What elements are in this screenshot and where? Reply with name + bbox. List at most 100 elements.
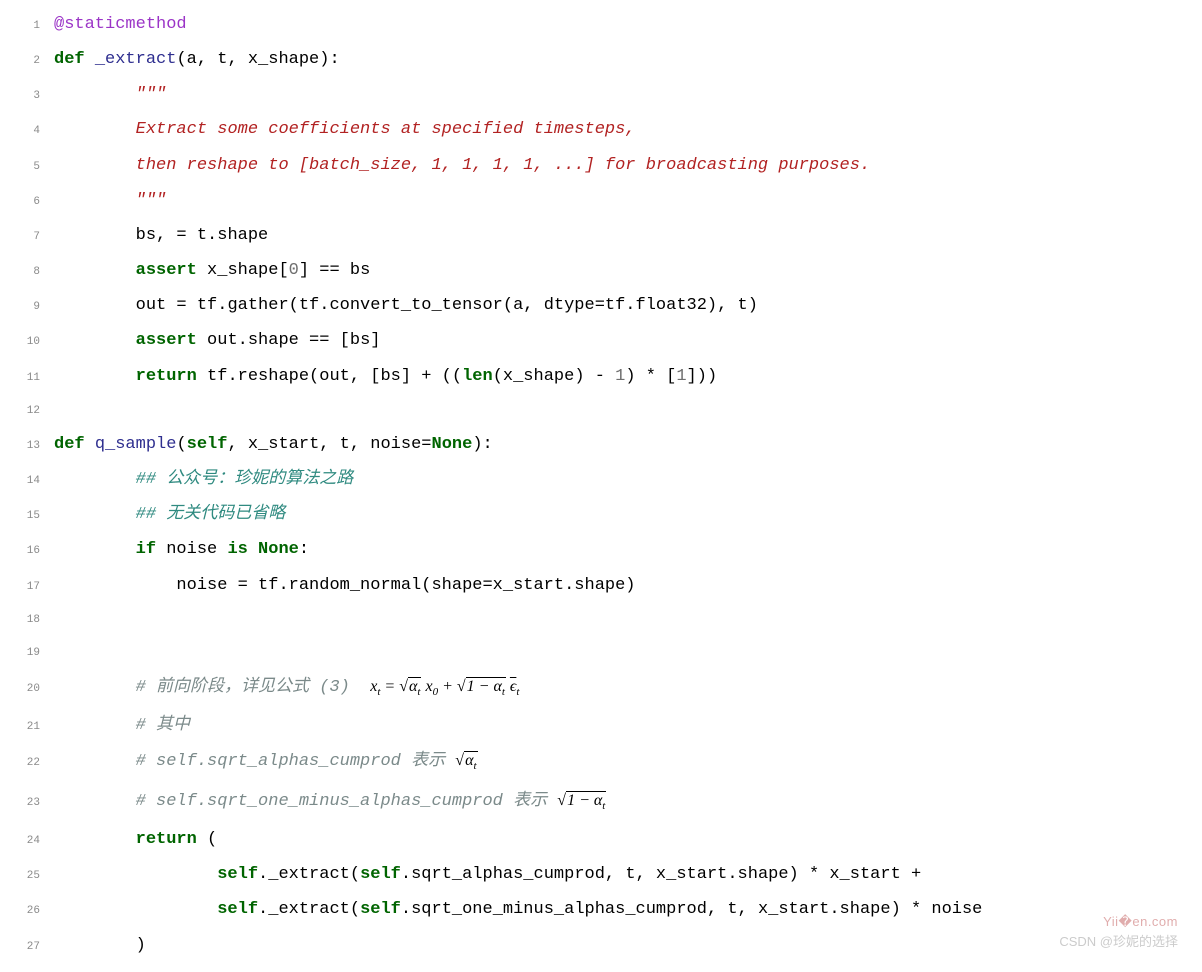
token: .sqrt_alphas_cumprod, t, x_start.shape) …: [401, 865, 921, 884]
line-number: 23: [10, 787, 54, 820]
watermark-csdn: CSDN @珍妮的选择: [1059, 931, 1178, 950]
line-number: 22: [10, 747, 54, 780]
code-line: 21 # 其中: [10, 709, 1192, 744]
token: (a, t, x_shape):: [176, 50, 339, 69]
token: , x_start, t, noise=: [227, 435, 431, 454]
code-content: return tf.reshape(out, [bs] + ((len(x_sh…: [54, 360, 1192, 393]
code-line: 4 Extract some coefficients at specified…: [10, 113, 1192, 148]
token: assert: [136, 261, 197, 280]
code-content: # self.sqrt_alphas_cumprod 表示 √αt: [54, 744, 1192, 783]
token: (: [197, 830, 217, 849]
line-number: 9: [10, 291, 54, 324]
token: :: [299, 540, 309, 559]
token: # self.sqrt_one_minus_alphas_cumprod 表示: [136, 792, 558, 811]
code-content: @staticmethod: [54, 8, 1192, 41]
code-content: # 前向阶段，详见公式 (3) xt = √αt x0 + √1 − αt ϵt: [54, 670, 1192, 709]
code-line: 14 ## 公众号：珍妮的算法之路: [10, 463, 1192, 498]
code-line: 9 out = tf.gather(tf.convert_to_tensor(a…: [10, 289, 1192, 324]
line-number: 1: [10, 10, 54, 43]
token: @staticmethod: [54, 15, 187, 34]
line-number: 12: [10, 395, 54, 428]
token: # 其中: [136, 716, 190, 735]
code-line: 16 if noise is None:: [10, 533, 1192, 568]
code-line: 13def q_sample(self, x_start, t, noise=N…: [10, 428, 1192, 463]
code-content: then reshape to [batch_size, 1, 1, 1, 1,…: [54, 149, 1192, 182]
code-content: ## 公众号：珍妮的算法之路: [54, 463, 1192, 496]
token: tf.reshape(out, [bs] + ((: [197, 367, 462, 386]
token: ) * [: [625, 367, 676, 386]
token: 0: [289, 261, 299, 280]
line-number: 26: [10, 895, 54, 928]
watermark-site: Yii�en.com: [1103, 914, 1178, 930]
code-content: def _extract(a, t, x_shape):: [54, 43, 1192, 76]
code-content: """: [54, 78, 1192, 111]
code-line: 27 ): [10, 929, 1192, 964]
token: ] == bs: [299, 261, 370, 280]
code-line: 3 """: [10, 78, 1192, 113]
token: ])): [687, 367, 718, 386]
code-line: 7 bs, = t.shape: [10, 219, 1192, 254]
code-content: self._extract(self.sqrt_alphas_cumprod, …: [54, 858, 1192, 891]
code-line: 20 # 前向阶段，详见公式 (3) xt = √αt x0 + √1 − αt…: [10, 670, 1192, 709]
token: Extract some coefficients at specified t…: [136, 120, 636, 139]
token: _extract: [95, 50, 177, 69]
code-line: 26 self._extract(self.sqrt_one_minus_alp…: [10, 893, 1192, 928]
code-content: Extract some coefficients at specified t…: [54, 113, 1192, 146]
token: (x_shape) -: [493, 367, 615, 386]
token: ## 公众号：珍妮的算法之路: [136, 470, 354, 489]
code-line: 12: [10, 395, 1192, 428]
token: (: [176, 435, 186, 454]
code-content: out = tf.gather(tf.convert_to_tensor(a, …: [54, 289, 1192, 322]
line-number: 17: [10, 571, 54, 604]
token: ._extract(: [258, 900, 360, 919]
code-content: def q_sample(self, x_start, t, noise=Non…: [54, 428, 1192, 461]
line-number: 2: [10, 45, 54, 78]
code-line: 24 return (: [10, 823, 1192, 858]
token: len: [462, 367, 493, 386]
line-number: 7: [10, 221, 54, 254]
token: """: [136, 191, 167, 210]
code-content: ): [54, 929, 1192, 962]
code-line: 25 self._extract(self.sqrt_alphas_cumpro…: [10, 858, 1192, 893]
line-number: 18: [10, 604, 54, 637]
line-number: 6: [10, 186, 54, 219]
token: self: [217, 865, 258, 884]
token: # self.sqrt_alphas_cumprod 表示: [136, 752, 456, 771]
code-line: 2def _extract(a, t, x_shape):: [10, 43, 1192, 78]
line-number: 13: [10, 430, 54, 463]
code-line: 17 noise = tf.random_normal(shape=x_star…: [10, 569, 1192, 604]
token: out = tf.gather(tf.convert_to_tensor(a, …: [136, 296, 758, 315]
code-content: if noise is None:: [54, 533, 1192, 566]
token: return: [136, 830, 197, 849]
code-line: 8 assert x_shape[0] == bs: [10, 254, 1192, 289]
code-content: assert x_shape[0] == bs: [54, 254, 1192, 287]
code-line: 18: [10, 604, 1192, 637]
line-number: 14: [10, 465, 54, 498]
token: def: [54, 435, 95, 454]
code-content: ## 无关代码已省略: [54, 498, 1192, 531]
code-line: 1@staticmethod: [10, 8, 1192, 43]
code-line: 11 return tf.reshape(out, [bs] + ((len(x…: [10, 360, 1192, 395]
line-number: 10: [10, 326, 54, 359]
token: self: [360, 865, 401, 884]
line-number: 4: [10, 115, 54, 148]
code-line: 5 then reshape to [batch_size, 1, 1, 1, …: [10, 149, 1192, 184]
token: is None: [227, 540, 298, 559]
code-content: return (: [54, 823, 1192, 856]
token: ):: [472, 435, 492, 454]
line-number: 15: [10, 500, 54, 533]
line-number: 24: [10, 825, 54, 858]
line-number: 25: [10, 860, 54, 893]
token: q_sample: [95, 435, 177, 454]
token: ._extract(: [258, 865, 360, 884]
token: assert: [136, 331, 197, 350]
token: 1: [676, 367, 686, 386]
token: ): [136, 936, 146, 955]
token: xt = √αt x0 + √1 − αt ϵt: [370, 678, 519, 695]
token: None: [432, 435, 473, 454]
token: then reshape to [batch_size, 1, 1, 1, 1,…: [136, 156, 871, 175]
line-number: 8: [10, 256, 54, 289]
line-number: 3: [10, 80, 54, 113]
line-number: 21: [10, 711, 54, 744]
token: def: [54, 50, 95, 69]
